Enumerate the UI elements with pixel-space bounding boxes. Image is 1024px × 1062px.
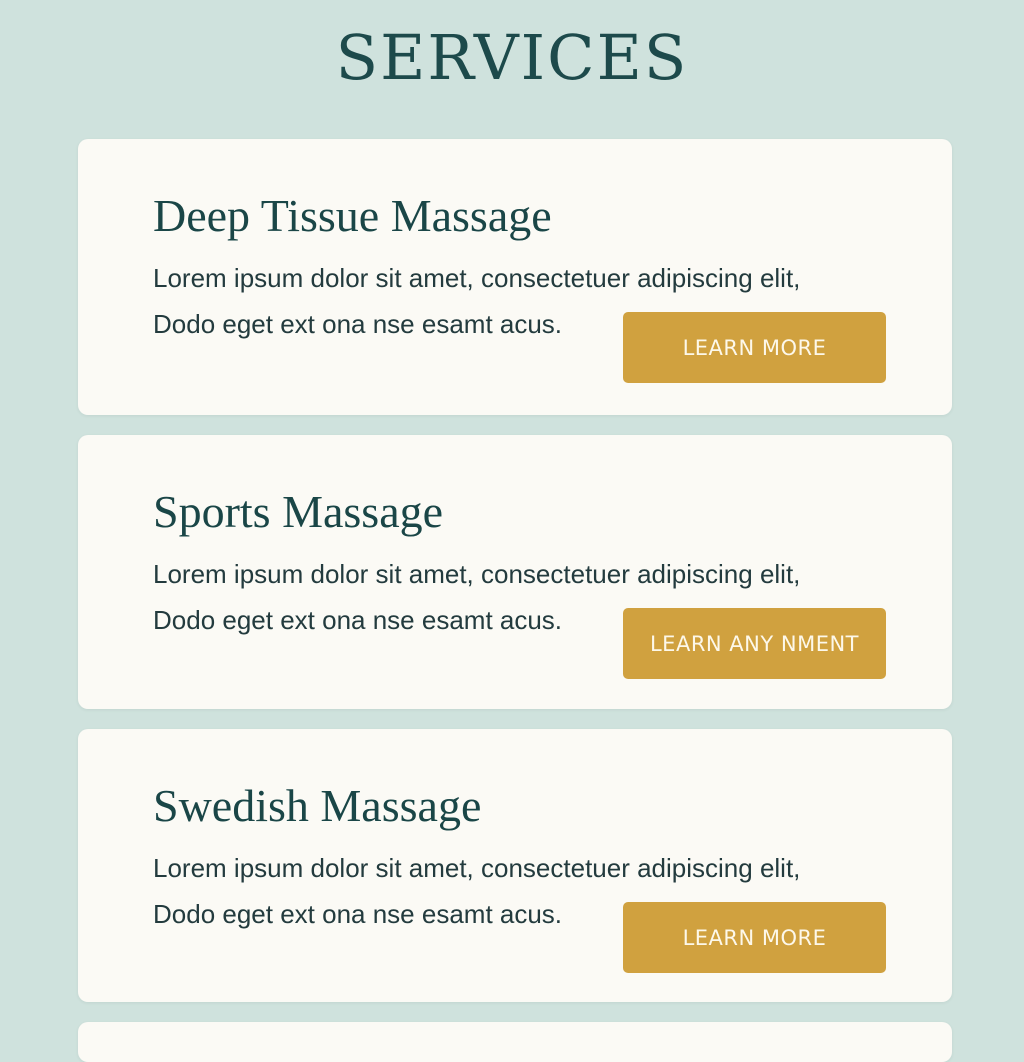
- service-description-line: Lorem ipsum dolor sit amet, consectetuer…: [153, 263, 801, 293]
- service-card-swedish: Swedish Massage Lorem ipsum dolor sit am…: [78, 729, 952, 1002]
- service-description-line: Lorem ipsum dolor sit amet, consectetuer…: [153, 559, 801, 589]
- service-description-line: Lorem ipsum dolor sit amet, consectetuer…: [153, 853, 801, 883]
- learn-more-button[interactable]: LEARN MORE: [623, 902, 886, 973]
- service-title: Swedish Massage: [153, 780, 482, 831]
- service-card-sports: Sports Massage Lorem ipsum dolor sit ame…: [78, 435, 952, 709]
- page-title: SERVICES: [335, 21, 689, 94]
- service-title: Sports Massage: [153, 486, 444, 537]
- service-title: Deep Tissue Massage: [153, 190, 552, 241]
- services-list: Deep Tissue Massage Lorem ipsum dolor si…: [78, 139, 952, 1062]
- learn-more-button[interactable]: LEARN MORE: [623, 312, 886, 383]
- service-card-partial: [78, 1022, 952, 1062]
- service-card-deep-tissue: Deep Tissue Massage Lorem ipsum dolor si…: [78, 139, 952, 415]
- learn-more-button[interactable]: LEARN ANY NMENT: [623, 608, 886, 679]
